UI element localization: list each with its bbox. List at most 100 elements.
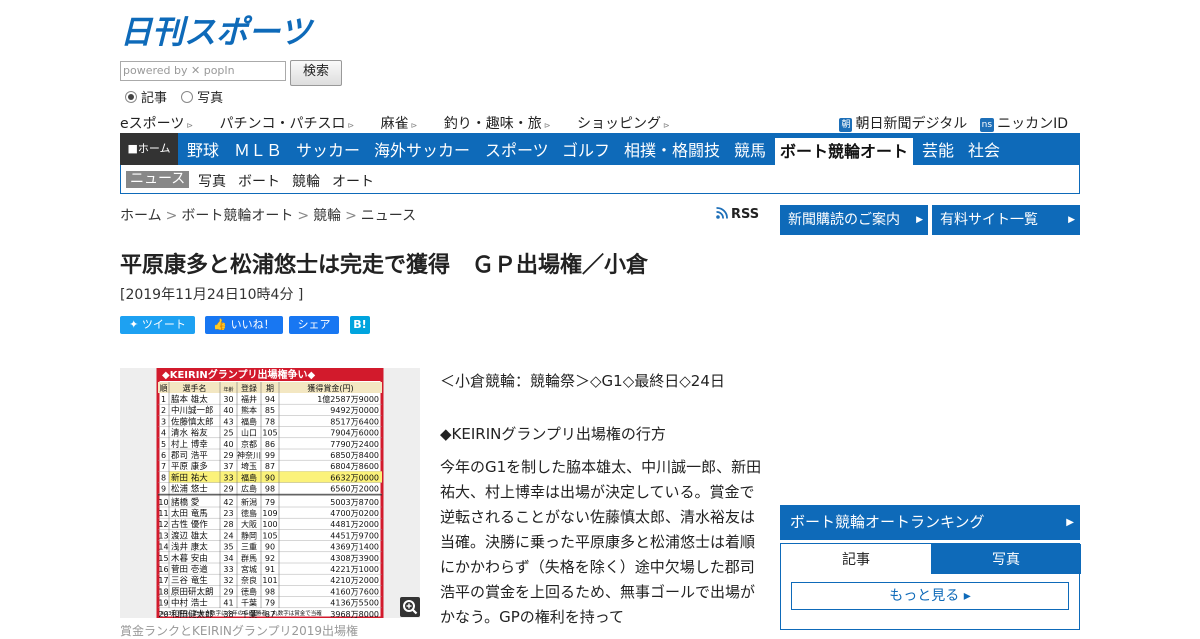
radio-article[interactable] xyxy=(125,91,137,103)
secnav-auto[interactable]: オート xyxy=(332,171,374,191)
zoom-icon[interactable] xyxy=(400,597,420,617)
rss-icon xyxy=(716,207,728,219)
rss-link[interactable]: RSS xyxy=(716,207,759,222)
ranking-tab-articles[interactable]: 記事 xyxy=(781,544,931,574)
table-cell: 徳島 xyxy=(241,508,257,518)
table-cell: 佐藤慎太郎 xyxy=(171,416,214,427)
main-nav: ■ホーム 野球 ＭＬＢ サッカー 海外サッカー スポーツ ゴルフ 相撲・格闘技 … xyxy=(120,133,1080,165)
table-cell: 94 xyxy=(265,395,275,404)
fb-share-button[interactable]: シェア xyxy=(289,316,339,334)
table-cell: 5003万8700 xyxy=(330,498,379,507)
table-cell: 37 xyxy=(223,462,233,471)
like-button[interactable]: 👍 いいね！ xyxy=(205,316,283,334)
nav-geino[interactable]: 芸能 xyxy=(922,133,954,165)
table-cell: 6804万8600 xyxy=(330,462,379,471)
secnav-photo[interactable]: 写真 xyxy=(198,171,226,191)
subnav-shopping[interactable]: ショッピング ⊳ xyxy=(577,113,670,133)
subnav-nikkan-id[interactable]: ns ニッカンID xyxy=(979,113,1068,133)
table-cell: 9492万0000 xyxy=(330,406,379,415)
table-cell: 33 xyxy=(223,473,233,482)
crumb-home[interactable]: ホーム xyxy=(120,208,162,224)
table-cell: 29 xyxy=(223,587,233,596)
table-cell: 4 xyxy=(161,429,166,438)
table-cell: 13 xyxy=(158,531,168,540)
triangle-right-icon: ▶ xyxy=(916,215,923,225)
secnav-keirin[interactable]: 競輪 xyxy=(292,171,320,191)
table-cell: 6560万2000 xyxy=(330,485,379,494)
table-cell: 25 xyxy=(223,429,233,438)
more-button[interactable]: もっと見る ▸ xyxy=(791,582,1069,610)
table-cell: 山口 xyxy=(241,428,257,438)
table-cell: 35 xyxy=(223,543,233,552)
nav-soccer[interactable]: サッカー xyxy=(296,133,360,165)
table-cell: 10 xyxy=(158,498,168,507)
nav-home[interactable]: ■ホーム xyxy=(120,133,178,165)
nav-keiba[interactable]: 競馬 xyxy=(734,133,766,165)
search-button[interactable]: 検索 xyxy=(290,60,342,86)
nav-golf[interactable]: ゴルフ xyxy=(562,133,610,165)
nav-world-soccer[interactable]: 海外サッカー xyxy=(374,133,470,165)
table-cell: 7904万6000 xyxy=(330,429,379,438)
table-cell: 菅田 壱道 xyxy=(171,564,208,575)
nav-sports[interactable]: スポーツ xyxy=(485,133,549,165)
subnav-esports[interactable]: eスポーツ ⊳ xyxy=(120,113,193,133)
arrow-icon: ⊳ xyxy=(347,121,355,130)
subnav-pachinko[interactable]: パチンコ・パチスロ ⊳ xyxy=(220,113,355,133)
table-cell: 木暮 安由 xyxy=(171,553,208,564)
subscribe-button[interactable]: 新聞購読のご案内 ▶ xyxy=(780,205,928,235)
table-header-cell: 年齢 xyxy=(223,386,233,393)
table-cell: 6632万0000 xyxy=(330,473,379,482)
table-cell: 34 xyxy=(223,554,233,563)
table-cell: 109 xyxy=(262,509,277,518)
table-cell: 熊本 xyxy=(241,405,257,415)
breadcrumb: ホーム > ボート競輪オート > 競輪 > ニュース xyxy=(120,208,417,224)
table-cell: 79 xyxy=(265,599,275,608)
table-cell: 清水 裕友 xyxy=(171,428,208,439)
table-cell: 29 xyxy=(223,485,233,494)
table-cell: 京都 xyxy=(241,439,257,449)
search-scope: 記事 写真 xyxy=(125,87,233,106)
article-subhead: ◆KEIRINグランプリ出場権の行方 xyxy=(440,425,666,443)
table-cell: 福島 xyxy=(241,416,257,426)
table-cell: 40 xyxy=(223,406,233,415)
table-cell: 41 xyxy=(223,599,233,608)
table-cell: 太田 竜馬 xyxy=(171,508,208,519)
table-cell: 33 xyxy=(223,565,233,574)
table-footnote: ※23日現在。白抜き数字は今年のＧⅠ優勝者。丸数字は賞金で当確 xyxy=(160,609,322,617)
ranking-tab-photos[interactable]: 写真 xyxy=(931,544,1081,574)
paid-sites-button[interactable]: 有料サイト一覧 ▶ xyxy=(932,205,1080,235)
nav-baseball[interactable]: 野球 xyxy=(187,133,219,165)
secnav-news[interactable]: ニュース xyxy=(126,171,190,188)
article-paragraph: 今年のG1を制した脇本雄太、中川誠一郎、新田祐大、村上博幸は出場が決定している。… xyxy=(440,458,762,626)
arrow-icon: ⊳ xyxy=(543,121,551,130)
ranking-header[interactable]: ボート競輪オートランキング ▶ xyxy=(780,505,1080,540)
crumb-news[interactable]: ニュース xyxy=(361,208,416,224)
radio-photo-label: 写真 xyxy=(197,91,224,106)
tweet-button[interactable]: ✦ ツイート xyxy=(120,316,195,334)
secnav-boat[interactable]: ボート xyxy=(238,171,280,191)
nav-mlb[interactable]: ＭＬＢ xyxy=(234,133,282,165)
logo-text: 日刊スポーツ xyxy=(120,13,315,48)
table-cell: 脇本 雄太 xyxy=(171,394,208,405)
radio-photo[interactable] xyxy=(181,91,194,103)
table-cell: 40 xyxy=(223,440,233,449)
table-cell: 85 xyxy=(265,406,275,415)
crumb-category[interactable]: ボート競輪オート xyxy=(181,208,293,224)
table-cell: 86 xyxy=(265,440,275,449)
crumb-keirin[interactable]: 競輪 xyxy=(313,208,341,224)
subnav-mahjong[interactable]: 麻雀 ⊳ xyxy=(381,113,418,133)
hatena-bookmark-button[interactable]: B! xyxy=(350,316,370,334)
article-photo[interactable]: ◆KEIRINグランプリ出場権争い◆ 順 選手名 年齢 登録期 獲得賞金(円) 1 脇本 雄太… xyxy=(120,368,420,618)
subnav-asahi[interactable]: 朝朝日新聞デジタル xyxy=(839,113,967,133)
site-logo[interactable]: 日刊スポーツ xyxy=(120,12,320,51)
table-cell: 古性 優作 xyxy=(171,519,208,530)
table-cell: 宮城 xyxy=(241,564,257,574)
subnav-fishing[interactable]: 釣り・趣味・旅 ⊳ xyxy=(444,113,551,133)
search-input[interactable]: powered by ✕ popIn xyxy=(120,61,286,81)
nav-sumo[interactable]: 相撲・格闘技 xyxy=(624,133,720,165)
table-cell: 4221万1000 xyxy=(330,565,379,574)
nav-boat-keirin-auto[interactable]: ボート競輪オート xyxy=(775,138,914,165)
nav-society[interactable]: 社会 xyxy=(968,133,1000,165)
article-date: [2019年11月24日10時4分 ] xyxy=(120,287,304,303)
table-cell: 32 xyxy=(223,576,233,585)
